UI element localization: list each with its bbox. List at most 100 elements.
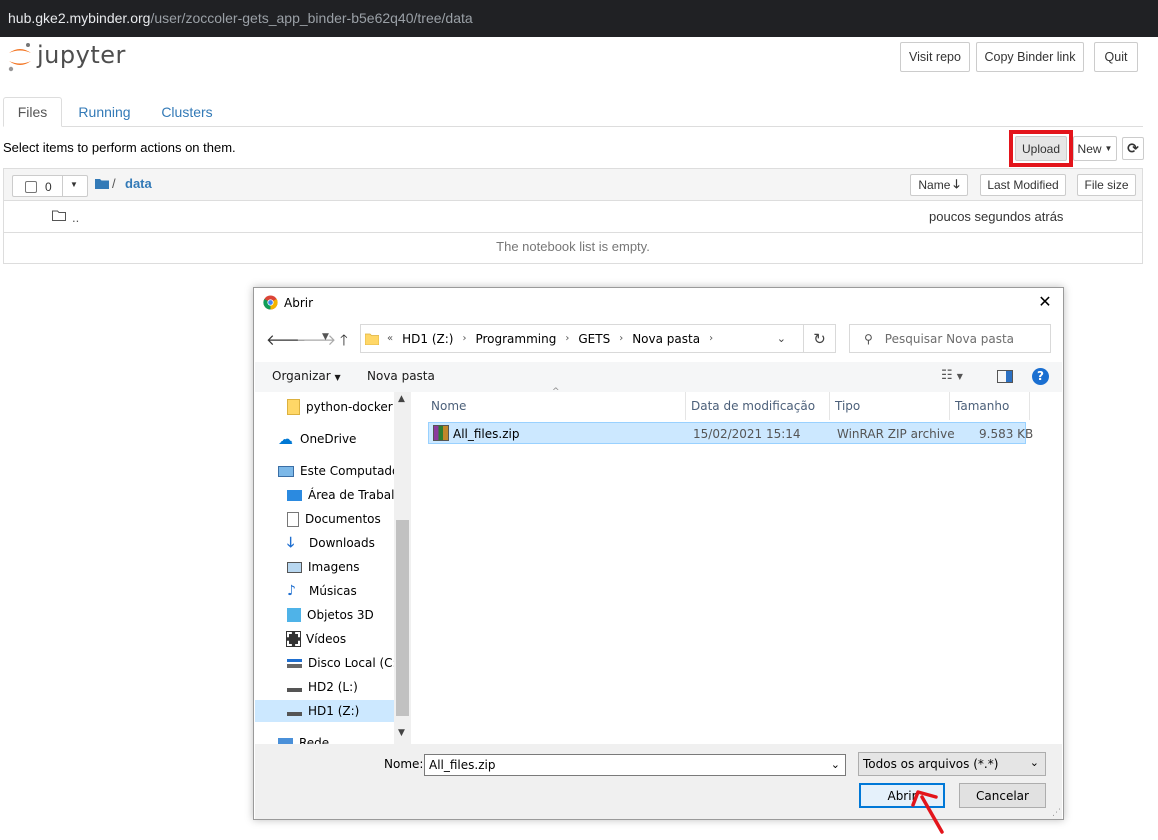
nav-item-documents[interactable]: Documentos	[287, 508, 381, 530]
nav-label: HD1 (Z:)	[308, 704, 360, 718]
breadcrumb-gets[interactable]: GETS	[578, 332, 610, 346]
folder-icon	[365, 333, 379, 345]
list-item[interactable]: .. poucos segundos atrás	[4, 201, 1142, 233]
nav-item-desktop[interactable]: Área de Trabalho	[287, 484, 409, 506]
breadcrumb-overflow[interactable]: «	[387, 333, 393, 344]
browser-url-bar[interactable]: hub.gke2.mybinder.org/user/zoccoler-gets…	[0, 0, 1158, 37]
selected-count: 0	[45, 180, 52, 194]
nav-item-python-docker[interactable]: python-docker	[287, 396, 393, 418]
chevron-down-icon[interactable]: ⌄	[831, 758, 840, 771]
nav-label: Este Computador	[300, 464, 405, 478]
nav-item-hd1[interactable]: HD1 (Z:)	[255, 700, 395, 722]
scrollbar-thumb[interactable]	[396, 520, 409, 716]
column-type[interactable]: Tipo	[830, 392, 950, 420]
column-size[interactable]: Tamanho	[950, 392, 1030, 420]
url-host: hub.gke2.mybinder.org	[8, 10, 151, 26]
new-folder-button[interactable]: Nova pasta	[367, 369, 435, 383]
filetype-select[interactable]: Todos os arquivos (*.*) ⌄	[858, 752, 1046, 776]
path-folder-link[interactable]: data	[125, 176, 152, 191]
nav-item-network[interactable]: Rede	[278, 732, 329, 744]
cloud-icon: ☁	[278, 430, 293, 448]
chevron-right-icon[interactable]: ›	[462, 333, 466, 344]
caret-down-icon[interactable]: ▼	[70, 180, 78, 189]
jupyter-logo-icon[interactable]	[7, 42, 33, 72]
forward-arrow-icon[interactable]: 🡒	[296, 330, 336, 349]
arrow-down-icon: 🡓	[953, 176, 960, 191]
column-name[interactable]: Nome	[426, 392, 686, 420]
preview-pane-icon[interactable]	[997, 370, 1013, 383]
parent-dir-link[interactable]: ..	[72, 210, 79, 225]
folder-icon	[287, 399, 300, 415]
nav-item-music[interactable]: ♪ Músicas	[287, 580, 357, 602]
organize-menu[interactable]: Organizar ▼	[272, 369, 341, 383]
visit-repo-button[interactable]: Visit repo	[900, 42, 970, 72]
url-text[interactable]: hub.gke2.mybinder.org/user/zoccoler-gets…	[8, 10, 473, 26]
nav-item-downloads[interactable]: 🡓 Downloads	[287, 532, 375, 554]
parent-modified: poucos segundos atrás	[929, 209, 1064, 224]
breadcrumb-hd1[interactable]: HD1 (Z:)	[402, 332, 453, 346]
nav-label: Imagens	[308, 560, 360, 574]
quit-button[interactable]: Quit	[1094, 42, 1138, 72]
select-hint-text: Select items to perform actions on them.	[3, 140, 236, 155]
dialog-title: Abrir	[284, 296, 314, 310]
sort-by-name-button[interactable]: Name 🡓	[910, 174, 968, 196]
nav-item-local-disk-c[interactable]: Disco Local (C:)	[287, 652, 401, 674]
filename-input[interactable]: All_files.zip ⌄	[424, 754, 846, 776]
tab-clusters[interactable]: Clusters	[152, 97, 222, 127]
chevron-down-icon[interactable]: ⌄	[777, 332, 786, 345]
recent-locations-icon[interactable]: ▼	[322, 332, 329, 342]
url-path: /user/zoccoler-gets_app_binder-b5e62q40/…	[150, 10, 473, 26]
tab-running[interactable]: Running	[68, 97, 141, 127]
nav-item-videos[interactable]: Vídeos	[286, 628, 346, 650]
chevron-right-icon[interactable]: ›	[709, 333, 713, 344]
view-options-icon[interactable]: ☷ ▼	[941, 368, 963, 383]
pictures-icon	[287, 561, 302, 573]
scroll-down-icon[interactable]: ▼	[398, 728, 405, 738]
file-modified: 15/02/2021 15:14	[693, 427, 801, 441]
open-file-dialog: Abrir ✕ 🡐 🡒 ▼ 🡑 « HD1 (Z:) › Programming…	[253, 287, 1064, 820]
list-header: 0 ▼ / data Name 🡓 Last Modified File siz…	[4, 169, 1142, 201]
close-icon[interactable]: ✕	[1035, 292, 1055, 312]
sort-by-size-button[interactable]: File size	[1077, 174, 1136, 196]
navigation-scrollbar[interactable]: ▲ ▼	[394, 392, 411, 744]
file-row[interactable]: All_files.zip 15/02/2021 15:14 WinRAR ZI…	[428, 422, 1033, 444]
address-breadcrumb[interactable]: « HD1 (Z:) › Programming › GETS › Nova p…	[360, 324, 804, 353]
red-arrow-annotation-icon	[911, 790, 944, 834]
nav-item-onedrive[interactable]: ☁ OneDrive	[278, 428, 356, 450]
help-icon[interactable]: ?	[1032, 368, 1049, 385]
caret-down-icon: ▼	[1104, 144, 1113, 153]
breadcrumb-nova-pasta[interactable]: Nova pasta	[632, 332, 700, 346]
search-input[interactable]: ⚲ Pesquisar Nova pasta	[849, 324, 1051, 353]
refresh-list-button[interactable]: ⟳	[1122, 137, 1144, 160]
folder-icon[interactable]	[95, 178, 109, 189]
resize-grip-icon[interactable]: ⋰	[1052, 808, 1061, 818]
tab-files[interactable]: Files	[3, 97, 62, 127]
nav-item-pictures[interactable]: Imagens	[287, 556, 359, 578]
nav-item-this-pc[interactable]: Este Computador	[278, 460, 404, 482]
up-arrow-icon[interactable]: 🡑	[340, 330, 348, 355]
nav-label: Disco Local (C:)	[308, 656, 402, 670]
refresh-icon: ↻	[813, 329, 826, 348]
select-all-checkbox[interactable]	[25, 181, 37, 193]
jupyter-logo-text[interactable]: jupyter	[37, 41, 126, 69]
nav-label: OneDrive	[300, 432, 357, 446]
refresh-button[interactable]: ↻	[804, 324, 836, 353]
column-modified[interactable]: Data de modificação	[686, 392, 830, 420]
select-all-group[interactable]: 0 ▼	[12, 175, 88, 197]
scroll-up-icon[interactable]: ▲	[398, 394, 405, 404]
filename-label: Nome:	[384, 757, 424, 771]
nav-item-hd2[interactable]: HD2 (L:)	[287, 676, 358, 698]
upload-highlight-box	[1009, 130, 1073, 167]
chevron-right-icon[interactable]: ›	[565, 333, 569, 344]
nav-item-3d-objects[interactable]: Objetos 3D	[287, 604, 374, 626]
copy-binder-link-button[interactable]: Copy Binder link	[976, 42, 1084, 72]
navigation-pane: python-docker ☁ OneDrive Este Computador…	[255, 392, 411, 744]
breadcrumb-programming[interactable]: Programming	[475, 332, 556, 346]
document-icon	[287, 511, 299, 527]
nav-label: Objetos 3D	[307, 608, 374, 622]
chevron-right-icon[interactable]: ›	[619, 333, 623, 344]
new-dropdown-button[interactable]: New ▼	[1073, 136, 1117, 161]
cancel-button[interactable]: Cancelar	[959, 783, 1046, 808]
command-bar: Organizar ▼ Nova pasta ☷ ▼ ?	[255, 362, 1062, 392]
sort-by-modified-button[interactable]: Last Modified	[980, 174, 1066, 196]
